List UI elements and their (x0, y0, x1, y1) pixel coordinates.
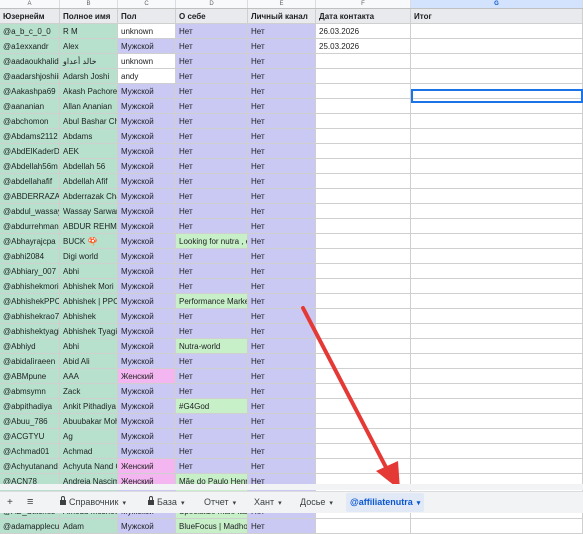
chevron-down-icon[interactable]: ▾ (123, 494, 127, 513)
sheet-tab-label: @affiliatenutra (350, 497, 413, 507)
chevron-down-icon[interactable]: ▾ (233, 494, 237, 513)
cell-fullname[interactable]: Adam (60, 519, 118, 534)
sheet-tab-label: Справочник (69, 497, 119, 507)
sheet-tab[interactable]: Досье ▾ (296, 493, 337, 512)
lock-icon (60, 496, 66, 506)
sheet-tab-label: Хант (254, 497, 275, 507)
plus-icon[interactable]: + (7, 492, 13, 513)
cell-about[interactable]: BlueFocus | Madhouse (176, 519, 248, 534)
sheet-tab[interactable]: Хант ▾ (250, 493, 286, 512)
chevron-down-icon[interactable]: ▾ (181, 494, 185, 513)
chevron-down-icon[interactable]: ▾ (278, 494, 282, 513)
cell-contact-date[interactable] (316, 519, 411, 534)
sheet-tab-label: Отчет (204, 497, 229, 507)
cell-username[interactable]: @adamapplecup (0, 519, 60, 534)
lock-icon (148, 496, 154, 506)
arrow-shaft (301, 306, 392, 477)
table-row: @adamapplecup Adam Мужской BlueFocus | Madh… (0, 519, 583, 534)
chevron-down-icon[interactable]: ▾ (329, 494, 333, 513)
sheet-tab[interactable]: @affiliatenutra ▾ (346, 493, 425, 513)
hamburger-icon[interactable]: ≡ (27, 492, 33, 513)
horizontal-scrollbar-track[interactable] (0, 484, 583, 490)
cell-channel[interactable]: Нет (248, 519, 316, 534)
sheet-tab[interactable]: Справочник ▾ (56, 493, 130, 512)
sheet-tab-bar: + ≡ Справочник ▾ База ▾ Отчет ▾ Хант ▾ Досье ▾ @af… (0, 491, 583, 513)
sheet-tab[interactable]: Отчет ▾ (200, 493, 240, 512)
cell-result[interactable] (411, 519, 583, 534)
sheet-tab[interactable]: База ▾ (144, 493, 188, 512)
red-arrow-annotation (301, 306, 400, 490)
cell-gender[interactable]: Мужской (118, 519, 176, 534)
sheet-tab-label: База (157, 497, 177, 507)
sheet-tab-label: Досье (300, 497, 326, 507)
chevron-down-icon[interactable]: ▾ (417, 494, 421, 513)
